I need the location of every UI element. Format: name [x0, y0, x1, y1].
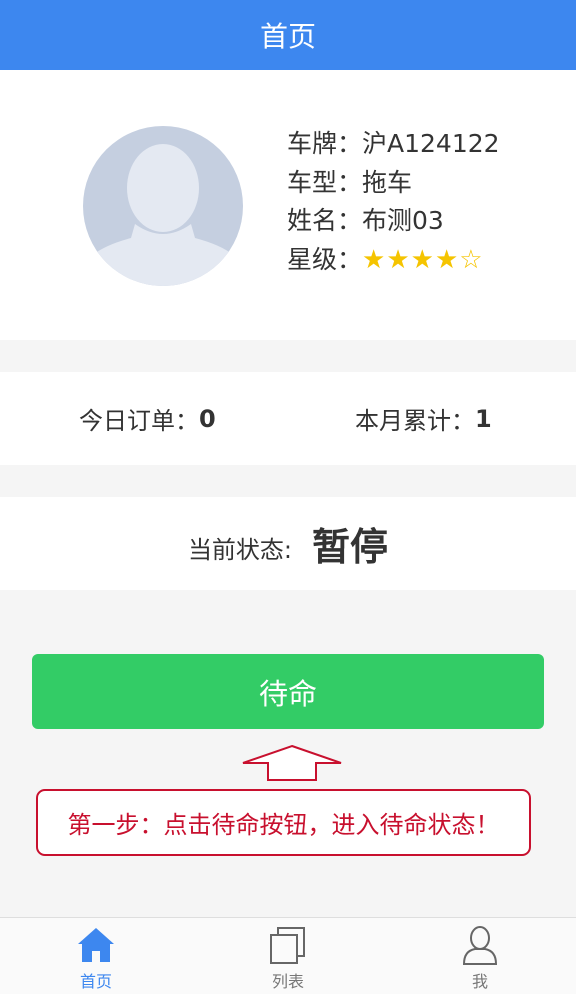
tab-list[interactable]: 列表: [192, 918, 384, 994]
instruction-text: 第一步：点击待命按钮，进入待命状态！: [67, 811, 500, 839]
rating-row: 星级：★★★★☆: [287, 241, 500, 280]
status-value: 暂停: [312, 525, 389, 569]
rating-stars: ★★★★☆: [362, 244, 484, 275]
person-silhouette-icon: [83, 144, 243, 286]
home-icon: [78, 928, 114, 962]
current-status: 当前状态: 暂停: [0, 497, 576, 590]
today-orders-value: 0: [199, 404, 216, 433]
driver-info: 车牌：沪A124122 车型：拖车 姓名：布测03 星级：★★★★☆: [287, 125, 500, 279]
month-total: 本月累计： 1: [355, 372, 492, 465]
tab-me-label: 我: [471, 972, 488, 991]
tab-home-label: 首页: [79, 972, 112, 991]
instruction-callout: 第一步：点击待命按钮，进入待命状态！: [36, 789, 531, 856]
driver-profile-card: 车牌：沪A124122 车型：拖车 姓名：布测03 星级：★★★★☆: [0, 70, 576, 340]
bottom-tab-bar: 首页 列表 我: [0, 917, 576, 994]
name-value: 布测03: [362, 206, 444, 235]
avatar: [83, 126, 243, 286]
list-icon: [270, 927, 305, 964]
status-label: 当前状态:: [187, 536, 293, 564]
today-orders-label: 今日订单：: [79, 407, 199, 435]
tab-me[interactable]: 我: [384, 918, 576, 994]
today-orders: 今日订单： 0: [79, 372, 216, 465]
name-row: 姓名：布测03: [287, 202, 500, 241]
vehicle-type-row: 车型：拖车: [287, 164, 500, 203]
top-bar: 首页: [0, 0, 576, 70]
month-total-value: 1: [475, 404, 492, 433]
page-title: 首页: [259, 20, 316, 53]
plate-row: 车牌：沪A124122: [287, 125, 500, 164]
plate-value: 沪A124122: [362, 129, 500, 158]
name-label: 姓名：: [287, 206, 363, 235]
user-icon: [462, 926, 498, 965]
order-stats: 今日订单： 0 本月累计： 1: [0, 372, 576, 465]
vehicle-type-value: 拖车: [362, 167, 413, 197]
vehicle-type-label: 车型：: [287, 167, 363, 197]
arrow-up-icon: [242, 744, 342, 781]
standby-button[interactable]: 待命: [32, 654, 544, 729]
plate-label: 车牌：: [287, 129, 363, 158]
month-total-label: 本月累计：: [355, 407, 475, 435]
rating-label: 星级：: [287, 244, 363, 274]
tab-home[interactable]: 首页: [0, 918, 192, 994]
tab-list-label: 列表: [271, 972, 304, 991]
